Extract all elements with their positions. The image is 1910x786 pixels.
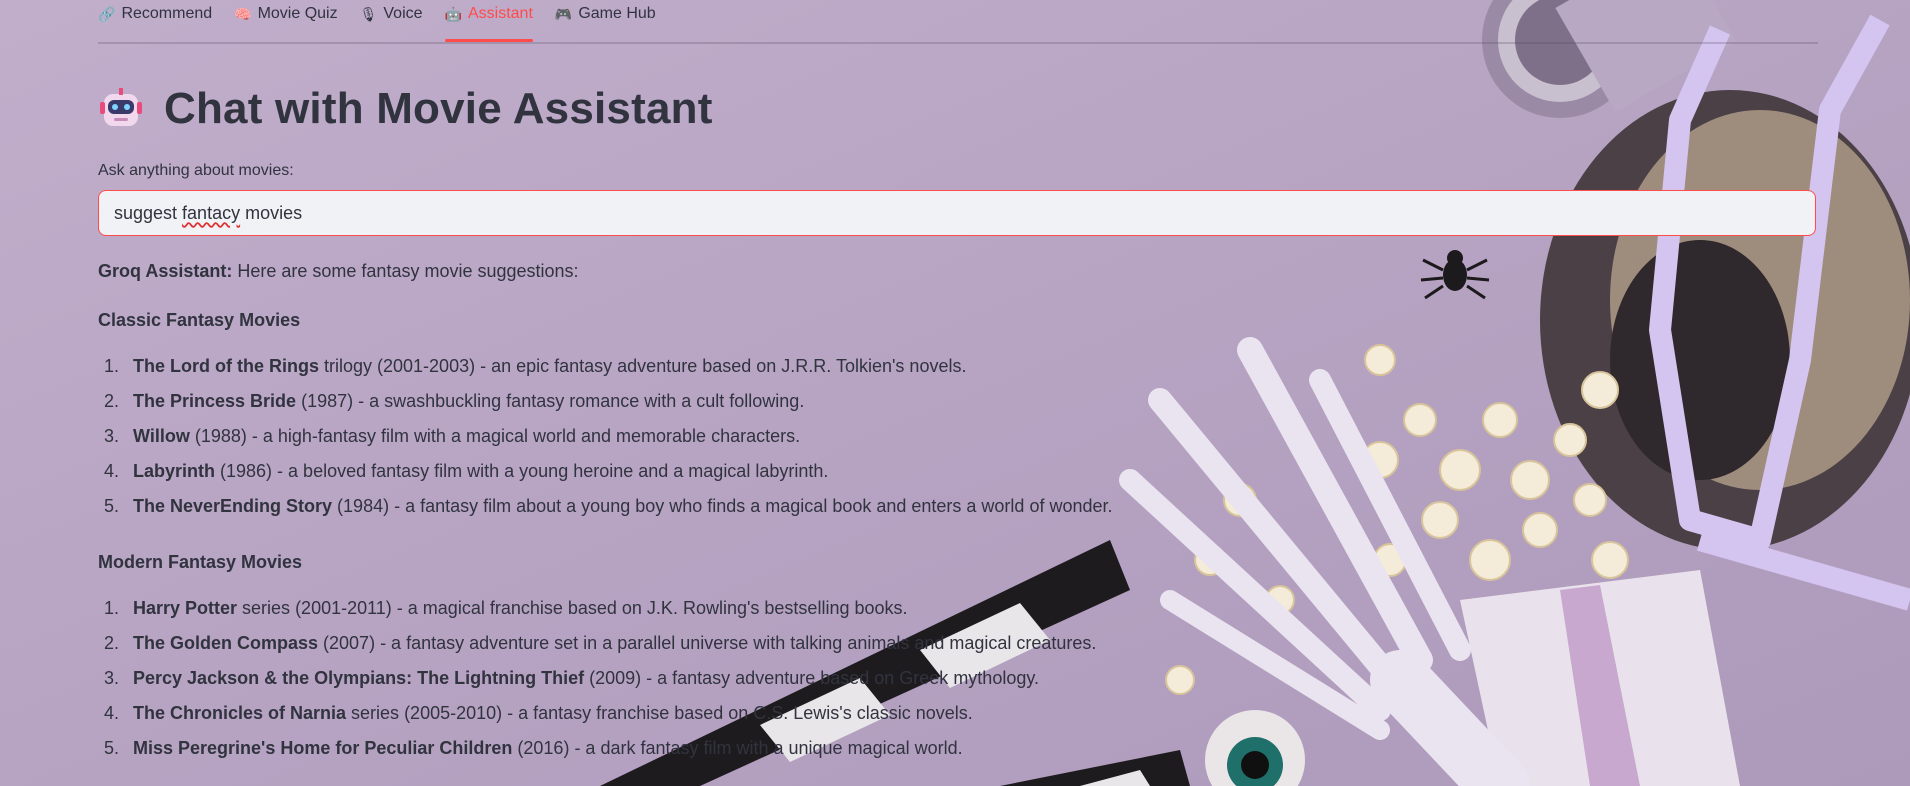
list-number: 2.: [104, 391, 120, 411]
query-text-before: suggest: [114, 202, 183, 223]
movie-description: (1987) - a swashbuckling fantasy romance…: [301, 391, 805, 411]
list-item: 3. Percy Jackson & the Olympians: The Lig…: [98, 661, 1818, 696]
robot-icon: [100, 88, 142, 126]
tab-bar: 🔗 Recommend 🧠 Movie Quiz 🎙 Voice 🤖 Assistant 🎮 Ga…: [98, 0, 1818, 44]
movie-description: (1988) - a high-fantasy film with a magi…: [194, 426, 801, 446]
reply-sections: Classic Fantasy Movies 1. The Lord of the …: [98, 310, 1818, 766]
tab-recommend[interactable]: 🔗 Recommend: [98, 0, 212, 28]
movie-title: The Lord of the Rings: [133, 356, 319, 376]
list-number: 4.: [104, 461, 120, 481]
movie-description: (2016) - a dark fantasy film with a uniq…: [517, 738, 963, 758]
movie-title: The Chronicles of Narnia: [133, 703, 347, 723]
list-number: 3.: [104, 426, 120, 446]
tab-label: Movie Quiz: [257, 5, 338, 22]
tab-label: Voice: [383, 5, 423, 22]
list-item: 2. The Princess Bride (1987) - a swashbuck…: [98, 384, 1818, 419]
list-item: 1. Harry Potter series (2001-2011) - a mag…: [98, 591, 1818, 626]
movie-title: The Golden Compass: [133, 633, 319, 653]
list-number: 1.: [104, 356, 120, 376]
movie-title: Willow: [133, 426, 190, 446]
gamepad-icon: 🎮: [554, 6, 573, 22]
list-item: 5. The NeverEnding Story (1984) - a fantas…: [98, 489, 1818, 524]
list-item: 1. The Lord of the Rings trilogy (2001-200…: [98, 349, 1818, 384]
list-number: 3.: [104, 668, 120, 688]
robot-icon: 🤖: [444, 6, 462, 22]
movie-description: series (2001-2011) - a magical franchise…: [242, 598, 908, 618]
brain-icon: 🧠: [234, 6, 252, 22]
movie-title: Percy Jackson & the Olympians: The Light…: [133, 668, 585, 688]
assistant-reply: Groq Assistant: Here are some fantasy mo…: [98, 261, 1818, 282]
list-item: 4. Labyrinth (1986) - a beloved fantasy fi…: [98, 454, 1818, 489]
tab-assistant[interactable]: 🤖 Assistant: [444, 0, 534, 42]
list-number: 2.: [104, 633, 120, 653]
movie-title: Labyrinth: [133, 461, 216, 481]
movie-description: (1986) - a beloved fantasy film with a y…: [220, 461, 829, 481]
list-number: 4.: [104, 703, 120, 723]
movie-description: (1984) - a fantasy film about a young bo…: [337, 496, 1113, 516]
input-label: Ask anything about movies:: [98, 162, 294, 179]
tab-voice[interactable]: 🎙 Voice: [360, 0, 423, 28]
tab-movie-quiz[interactable]: 🧠 Movie Quiz: [234, 0, 337, 28]
microphone-icon: 🎙: [359, 6, 378, 22]
page-title: Chat with Movie Assistant: [164, 84, 713, 133]
tab-game-hub[interactable]: 🎮 Game Hub: [555, 0, 656, 28]
section-heading: Modern Fantasy Movies: [98, 552, 303, 572]
movie-description: trilogy (2001-2003) - an epic fantasy ad…: [324, 356, 967, 376]
tab-label: Assistant: [467, 5, 533, 22]
query-misspelled-word: fantacy: [182, 202, 241, 223]
reply-intro: Here are some fantasy movie suggestions:: [237, 261, 579, 281]
reply-speaker: Groq Assistant:: [98, 261, 233, 281]
list-item: 5. Miss Peregrine's Home for Peculiar Chi…: [98, 731, 1818, 766]
list-item: 3. Willow (1988) - a high-fantasy film wit…: [98, 419, 1818, 454]
title-row: Chat with Movie Assistant: [98, 84, 1818, 134]
movie-list: 1. The Lord of the Rings trilogy (2001-200…: [98, 349, 1818, 524]
movie-title: Harry Potter: [133, 598, 238, 618]
movie-description: (2009) - a fantasy adventure based on Gr…: [589, 668, 1040, 688]
tab-label: Game Hub: [578, 5, 656, 22]
list-item: 4. The Chronicles of Narnia series (2005-2…: [98, 696, 1818, 731]
movie-title: The NeverEnding Story: [133, 496, 333, 516]
list-number: 1.: [104, 598, 120, 618]
query-text-after: movies: [240, 202, 303, 223]
section-heading: Classic Fantasy Movies: [98, 310, 301, 330]
question-input[interactable]: suggest fantacy movies: [98, 190, 1816, 236]
movie-title: The Princess Bride: [133, 391, 297, 411]
list-item: 2. The Golden Compass (2007) - a fantasy a…: [98, 626, 1818, 661]
movie-list: 1. Harry Potter series (2001-2011) - a mag…: [98, 591, 1818, 766]
main-content: 🔗 Recommend 🧠 Movie Quiz 🎙 Voice 🤖 Assistant 🎮 Ga…: [98, 0, 1818, 766]
list-number: 5.: [104, 496, 120, 516]
movie-title: Miss Peregrine's Home for Peculiar Child…: [133, 738, 513, 758]
link-icon: 🔗: [98, 6, 116, 22]
movie-description: (2007) - a fantasy adventure set in a pa…: [323, 633, 1097, 653]
tab-label: Recommend: [121, 5, 213, 22]
movie-description: series (2005-2010) - a fantasy franchise…: [351, 703, 973, 723]
list-number: 5.: [104, 738, 120, 758]
